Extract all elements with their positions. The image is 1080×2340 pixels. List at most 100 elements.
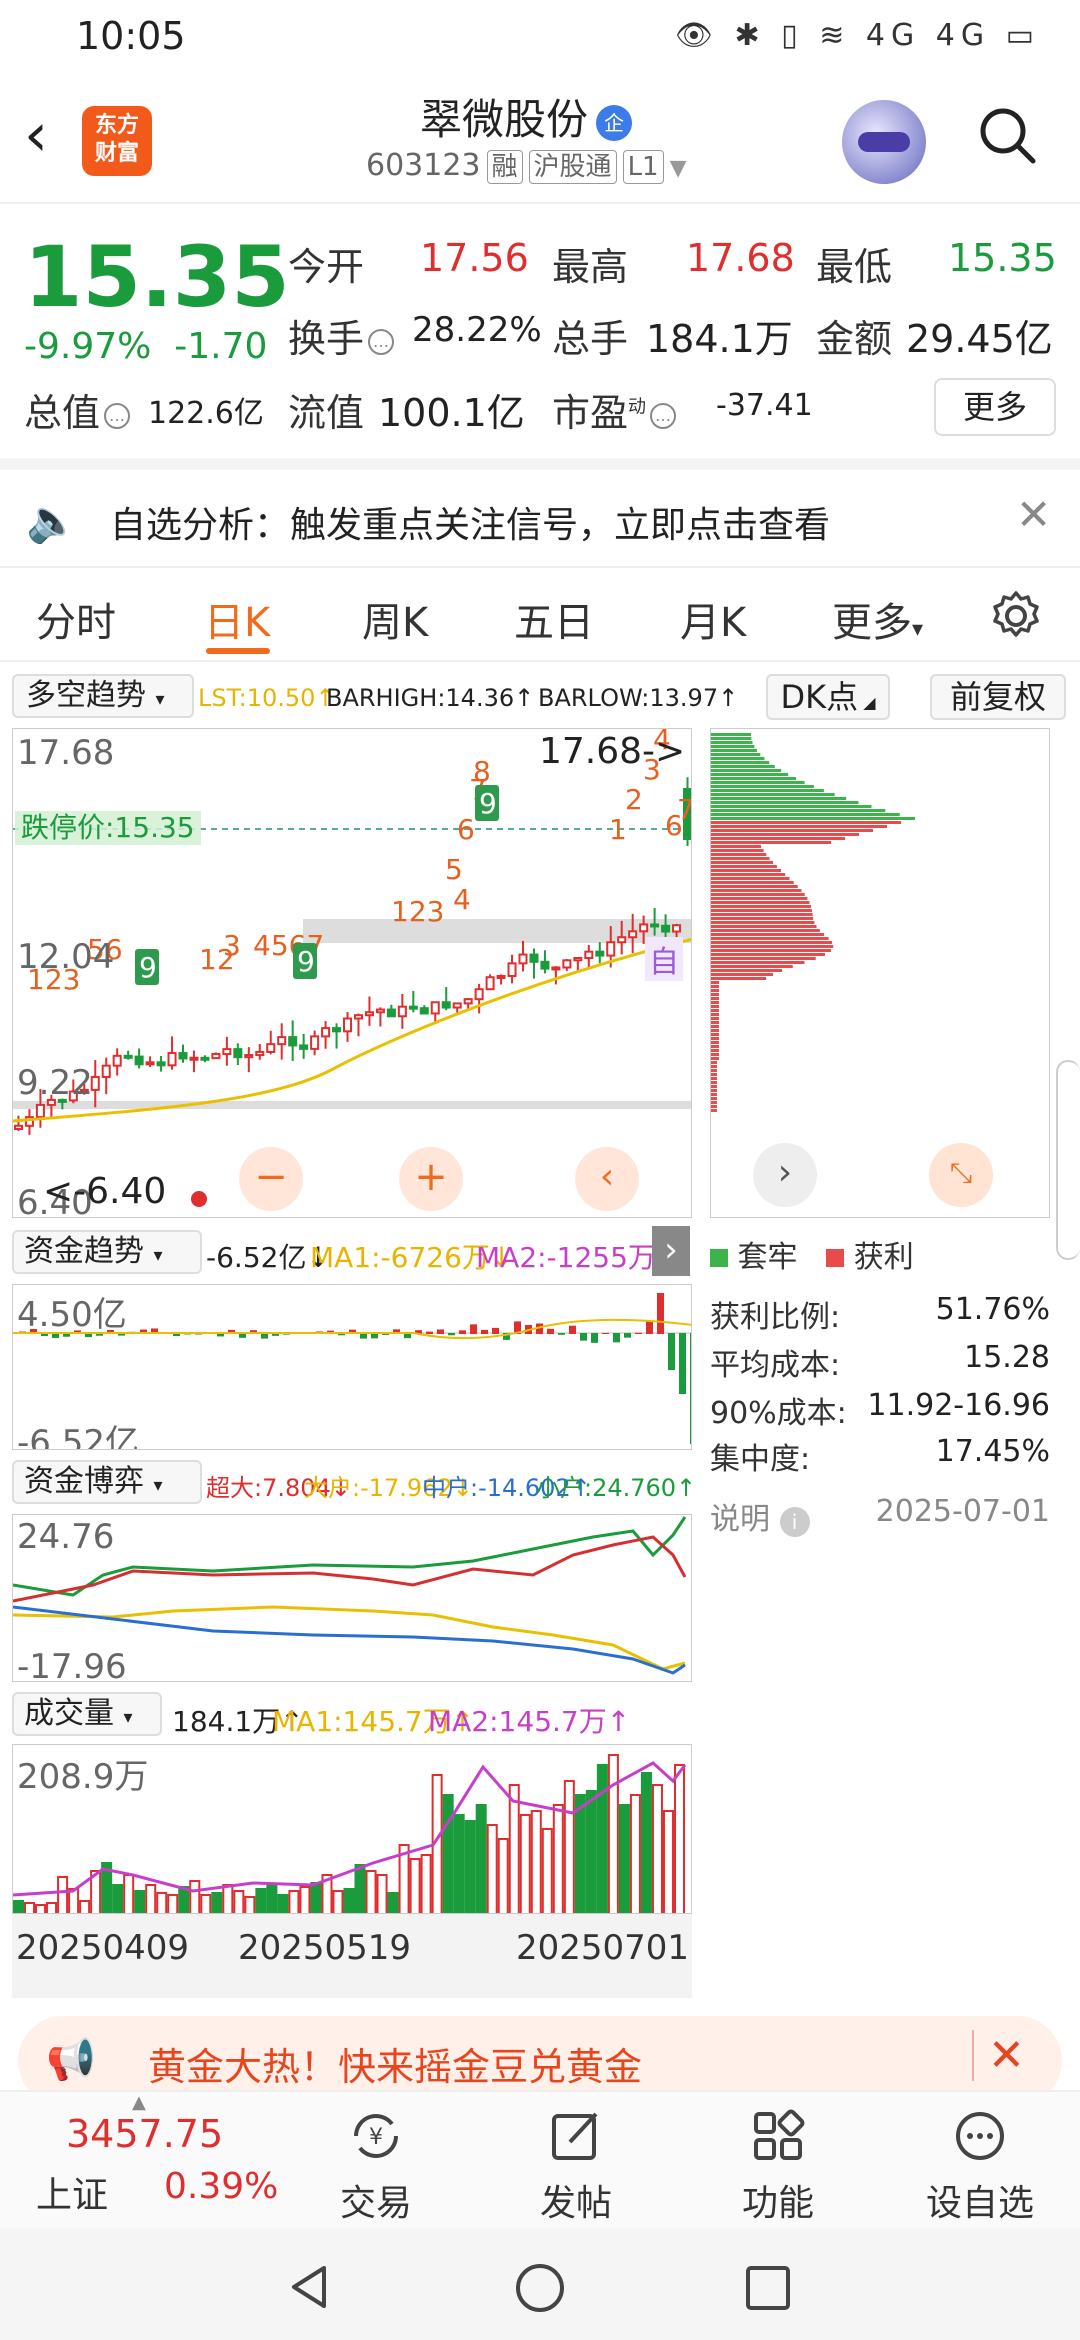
chip-bar: [711, 757, 765, 760]
chip-bar: [711, 793, 835, 796]
tab-intraday[interactable]: 分时: [36, 590, 116, 648]
candle: [595, 950, 605, 957]
tdsq-count: 3: [223, 929, 241, 962]
chip-distribution-panel: › ⤡: [710, 728, 1050, 1218]
system-recents-icon[interactable]: [744, 2264, 792, 2312]
candle: [518, 953, 528, 965]
promo-text: 黄金大热！快来摇金豆兑黄金: [148, 2045, 643, 2089]
chip-bar: [711, 973, 773, 976]
stock-code-row[interactable]: 603123 融沪股通 L1 ▼: [366, 148, 687, 184]
tdsq-count: 1: [609, 813, 627, 846]
chip-bar: [711, 765, 775, 768]
candle: [233, 1048, 243, 1059]
zoom-out-button[interactable]: −: [239, 1147, 303, 1211]
candle: [408, 1005, 418, 1010]
tdsq-count: 123: [391, 895, 444, 928]
volume-bar: [420, 1854, 432, 1913]
back-icon[interactable]: ‹: [24, 100, 48, 170]
candle: [266, 1043, 276, 1053]
chip-bar: [711, 1065, 717, 1068]
tdsq-count: 2: [625, 783, 643, 816]
fund-trend-dropdown[interactable]: 资金趋势 ▾: [12, 1230, 202, 1274]
fund-game-dropdown[interactable]: 资金博弈 ▾: [12, 1460, 202, 1504]
candle: [606, 941, 616, 957]
search-icon[interactable]: [976, 104, 1038, 166]
chip-bar: [711, 777, 796, 780]
low-dot: [191, 1191, 207, 1207]
candle: [661, 924, 671, 933]
volume-bar: [464, 1820, 476, 1913]
candle: [299, 1044, 309, 1050]
chip-bar: [711, 1097, 717, 1100]
chip-bar: [711, 873, 786, 876]
chip-bar: [711, 737, 752, 740]
robot-avatar[interactable]: [842, 100, 926, 184]
chip-row-concentration: 集中度: 17.45%: [710, 1434, 1050, 1477]
nav-add-watchlist[interactable]: 设自选: [910, 2092, 1050, 2230]
chip-explain-row[interactable]: 说明 i 2025-07-01: [710, 1494, 1050, 1538]
chip-bar: [711, 1073, 717, 1076]
status-time: 10:05: [76, 14, 186, 58]
volume-bar: [13, 1900, 25, 1913]
chip-bar: [711, 965, 793, 968]
indicator-dropdown[interactable]: 多空趋势 ▾: [12, 674, 194, 718]
chip-bar: [711, 1105, 717, 1108]
fund-bar: [580, 1333, 587, 1341]
volume-panel: 208.9万: [12, 1744, 692, 1914]
tab-five-day[interactable]: 五日: [514, 590, 594, 648]
date-1: 20250409: [16, 1928, 190, 1968]
chip-bar: [711, 845, 762, 848]
chip-next-button[interactable]: ›: [753, 1143, 817, 1207]
chip-bar: [711, 1101, 717, 1104]
grid-icon: [754, 2109, 805, 2160]
close-icon[interactable]: ✕: [972, 2030, 1025, 2081]
volume-bar: [662, 1810, 674, 1913]
zi-marker: 自: [645, 937, 683, 981]
volume-dropdown[interactable]: 成交量 ▾: [12, 1692, 162, 1736]
adjust-button[interactable]: 前复权: [930, 674, 1066, 720]
chip-bar: [711, 929, 820, 932]
scroll-left-button[interactable]: ‹: [575, 1147, 639, 1211]
speaker-icon: 🔈: [26, 496, 79, 545]
pe-label: 市盈动…: [552, 382, 677, 437]
nav-post[interactable]: 发帖: [506, 2092, 646, 2230]
candle: [332, 1027, 342, 1033]
volume-bar: [46, 1902, 58, 1913]
pe-value: -37.41: [716, 388, 813, 423]
low-label: 最低: [816, 245, 893, 289]
kline-panel[interactable]: 12356123456712345678123467999 17.68 12.0…: [12, 728, 692, 1218]
nav-trade[interactable]: ¥ 交易: [306, 2092, 446, 2230]
system-nav: [0, 2228, 1080, 2340]
chip-bar: [711, 849, 764, 852]
expand-indicators-button[interactable]: ›: [652, 1226, 690, 1276]
gear-icon[interactable]: [990, 590, 1042, 642]
index-ticker[interactable]: ▲ 3457.75 上证 0.39%: [0, 2092, 278, 2230]
analysis-notice[interactable]: 🔈 自选分析：触发重点关注信号，立即点击查看 ✕: [0, 458, 1080, 562]
tdsq-count: 6: [457, 813, 475, 846]
volume-bar: [211, 1892, 223, 1913]
system-home-icon[interactable]: [514, 2262, 566, 2314]
tab-more[interactable]: 更多▾: [832, 590, 923, 648]
nine-badge-text: 9: [297, 945, 315, 978]
volume-bar: [343, 1888, 355, 1913]
dk-point-button[interactable]: DK点 ◢: [766, 674, 890, 720]
expand-icon[interactable]: ⤡: [929, 1143, 993, 1207]
more-button[interactable]: 更多: [934, 378, 1056, 436]
fund-bar: [635, 1332, 642, 1334]
chip-bar: [711, 1089, 717, 1092]
chip-bar: [711, 1057, 719, 1060]
close-icon[interactable]: ✕: [1016, 490, 1051, 539]
side-handle[interactable]: [1056, 1060, 1080, 1260]
tdsq-count: 8: [473, 755, 491, 788]
zoom-in-button[interactable]: +: [399, 1147, 463, 1211]
tdsq-count: 7: [677, 793, 692, 826]
tab-monthly-k[interactable]: 月K: [680, 590, 746, 648]
fund-bar: [492, 1327, 499, 1334]
nav-functions[interactable]: 功能: [708, 2092, 848, 2230]
candle: [628, 930, 638, 939]
system-back-icon[interactable]: [284, 2262, 334, 2312]
candle: [189, 1056, 199, 1061]
volume-bar: [310, 1882, 322, 1913]
tab-daily-k[interactable]: 日K: [204, 590, 270, 648]
tab-weekly-k[interactable]: 周K: [362, 590, 428, 648]
